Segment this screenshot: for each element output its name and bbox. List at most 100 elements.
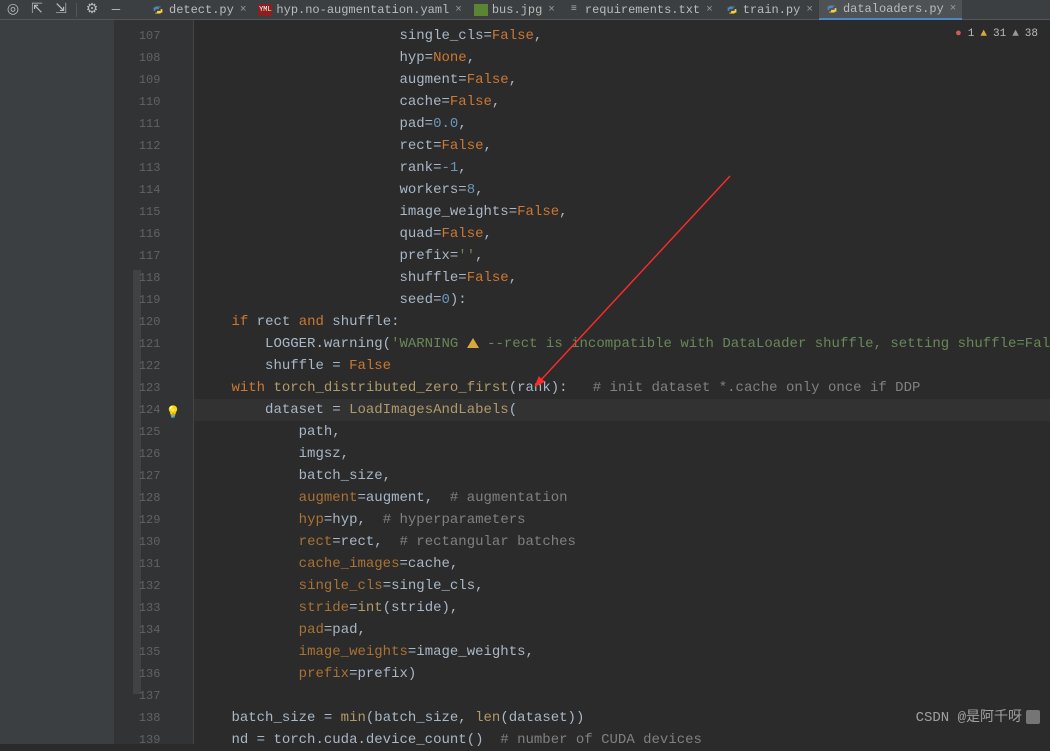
code-line[interactable]: prefix='',: [194, 245, 1050, 267]
python-icon: [825, 2, 839, 16]
code-line[interactable]: path,: [194, 421, 1050, 443]
code-line[interactable]: augment=augment, # augmentation: [194, 487, 1050, 509]
expand-up-icon[interactable]: ⇱: [26, 1, 48, 19]
line-number[interactable]: 123: [114, 377, 182, 399]
line-number[interactable]: 113: [114, 157, 182, 179]
expand-down-icon[interactable]: ⇲: [50, 1, 72, 19]
code-line[interactable]: pad=pad,: [194, 619, 1050, 641]
code-line[interactable]: shuffle = False: [194, 355, 1050, 377]
code-line[interactable]: pad=0.0,: [194, 113, 1050, 135]
line-number[interactable]: 135: [114, 641, 182, 663]
line-number[interactable]: 136: [114, 663, 182, 685]
code-line[interactable]: workers=8,: [194, 179, 1050, 201]
code-line[interactable]: prefix=prefix): [194, 663, 1050, 685]
line-number[interactable]: 133: [114, 597, 182, 619]
line-number[interactable]: 125: [114, 421, 182, 443]
line-number[interactable]: 139: [114, 729, 182, 751]
tab-label: train.py: [743, 3, 801, 17]
code-line[interactable]: quad=False,: [194, 223, 1050, 245]
code-line[interactable]: hyp=hyp, # hyperparameters: [194, 509, 1050, 531]
line-number[interactable]: 138: [114, 707, 182, 729]
line-number[interactable]: 109: [114, 69, 182, 91]
code-line[interactable]: cache=False,: [194, 91, 1050, 113]
close-icon[interactable]: ×: [950, 3, 957, 15]
code-line[interactable]: shuffle=False,: [194, 267, 1050, 289]
tab-dataloaders-py[interactable]: dataloaders.py×: [819, 0, 962, 20]
line-number[interactable]: 117: [114, 245, 182, 267]
line-number[interactable]: 120: [114, 311, 182, 333]
code-area[interactable]: single_cls=False, hyp=None, augment=Fals…: [194, 20, 1050, 744]
watermark: CSDN @是阿千呀: [916, 706, 1040, 726]
watermark-logo-icon: [1026, 710, 1040, 724]
line-number[interactable]: 112: [114, 135, 182, 157]
close-icon[interactable]: ×: [706, 4, 713, 16]
warning-icon: ▲: [980, 28, 987, 40]
line-number[interactable]: 137: [114, 685, 182, 707]
typo-icon: ▲: [1012, 28, 1019, 40]
code-line[interactable]: dataset = LoadImagesAndLabels(: [194, 399, 1050, 421]
line-number[interactable]: 124💡: [114, 399, 182, 421]
line-number[interactable]: 134: [114, 619, 182, 641]
line-number[interactable]: 122: [114, 355, 182, 377]
line-number[interactable]: 118: [114, 267, 182, 289]
line-number[interactable]: 116: [114, 223, 182, 245]
code-line[interactable]: if rect and shuffle:: [194, 311, 1050, 333]
line-number[interactable]: 121: [114, 333, 182, 355]
warning-triangle-icon: [467, 338, 479, 348]
code-line[interactable]: batch_size,: [194, 465, 1050, 487]
close-icon[interactable]: ×: [455, 4, 462, 16]
line-number[interactable]: 119: [114, 289, 182, 311]
typo-count: 38: [1025, 28, 1038, 40]
line-number[interactable]: 111: [114, 113, 182, 135]
code-line[interactable]: nd = torch.cuda.device_count() # number …: [194, 729, 1050, 751]
project-pane[interactable]: [0, 20, 114, 744]
line-number[interactable]: 107: [114, 25, 182, 47]
line-number[interactable]: 131: [114, 553, 182, 575]
line-number[interactable]: 108: [114, 47, 182, 69]
code-line[interactable]: augment=False,: [194, 69, 1050, 91]
code-line[interactable]: image_weights=image_weights,: [194, 641, 1050, 663]
code-line[interactable]: stride=int(stride),: [194, 597, 1050, 619]
code-line[interactable]: rect=False,: [194, 135, 1050, 157]
line-number[interactable]: 127: [114, 465, 182, 487]
code-line[interactable]: image_weights=False,: [194, 201, 1050, 223]
line-number[interactable]: 114: [114, 179, 182, 201]
text-icon: ≡: [567, 4, 581, 16]
tab-label: bus.jpg: [492, 3, 542, 17]
line-number[interactable]: 132: [114, 575, 182, 597]
close-icon[interactable]: ×: [548, 4, 555, 16]
inspections-summary[interactable]: ●1 ▲31 ▲38: [951, 26, 1042, 42]
line-number[interactable]: 128: [114, 487, 182, 509]
dash-icon[interactable]: —: [105, 1, 127, 19]
code-line[interactable]: rect=rect, # rectangular batches: [194, 531, 1050, 553]
code-line[interactable]: [194, 685, 1050, 707]
target-icon[interactable]: ◎: [2, 1, 24, 19]
gear-icon[interactable]: ⚙: [81, 1, 103, 19]
code-line[interactable]: imgsz,: [194, 443, 1050, 465]
tab-hyp-no-augmentation-yaml[interactable]: YMLhyp.no-augmentation.yaml×: [252, 0, 467, 20]
line-number[interactable]: 126: [114, 443, 182, 465]
line-number[interactable]: 129: [114, 509, 182, 531]
code-line[interactable]: single_cls=False,: [194, 25, 1050, 47]
line-number[interactable]: 115: [114, 201, 182, 223]
code-line[interactable]: hyp=None,: [194, 47, 1050, 69]
editor-main: 1071081091101111121131141151161171181191…: [0, 20, 1050, 744]
tab-train-py[interactable]: train.py ×: [719, 0, 819, 20]
tab-label: detect.py: [169, 3, 234, 17]
tab-bar: detect.py×YMLhyp.no-augmentation.yaml×bu…: [145, 0, 962, 20]
line-number[interactable]: 130: [114, 531, 182, 553]
code-line[interactable]: LOGGER.warning('WARNING --rect is incomp…: [194, 333, 1050, 355]
tab-detect-py[interactable]: detect.py ×: [145, 0, 252, 20]
code-line[interactable]: seed=0):: [194, 289, 1050, 311]
close-icon[interactable]: ×: [240, 4, 247, 16]
code-line[interactable]: rank=-1,: [194, 157, 1050, 179]
code-line[interactable]: single_cls=single_cls,: [194, 575, 1050, 597]
code-line[interactable]: cache_images=cache,: [194, 553, 1050, 575]
tab-bus-jpg[interactable]: bus.jpg ×: [468, 0, 561, 20]
warning-count: 31: [993, 28, 1006, 40]
close-icon[interactable]: ×: [806, 4, 813, 16]
line-number[interactable]: 110: [114, 91, 182, 113]
code-line[interactable]: with torch_distributed_zero_first(rank):…: [194, 377, 1050, 399]
toolbar: ◎ ⇱ ⇲ ⚙ — detect.py×YMLhyp.no-augmentati…: [0, 0, 1050, 20]
tab-requirements-txt[interactable]: ≡requirements.txt×: [561, 0, 719, 20]
